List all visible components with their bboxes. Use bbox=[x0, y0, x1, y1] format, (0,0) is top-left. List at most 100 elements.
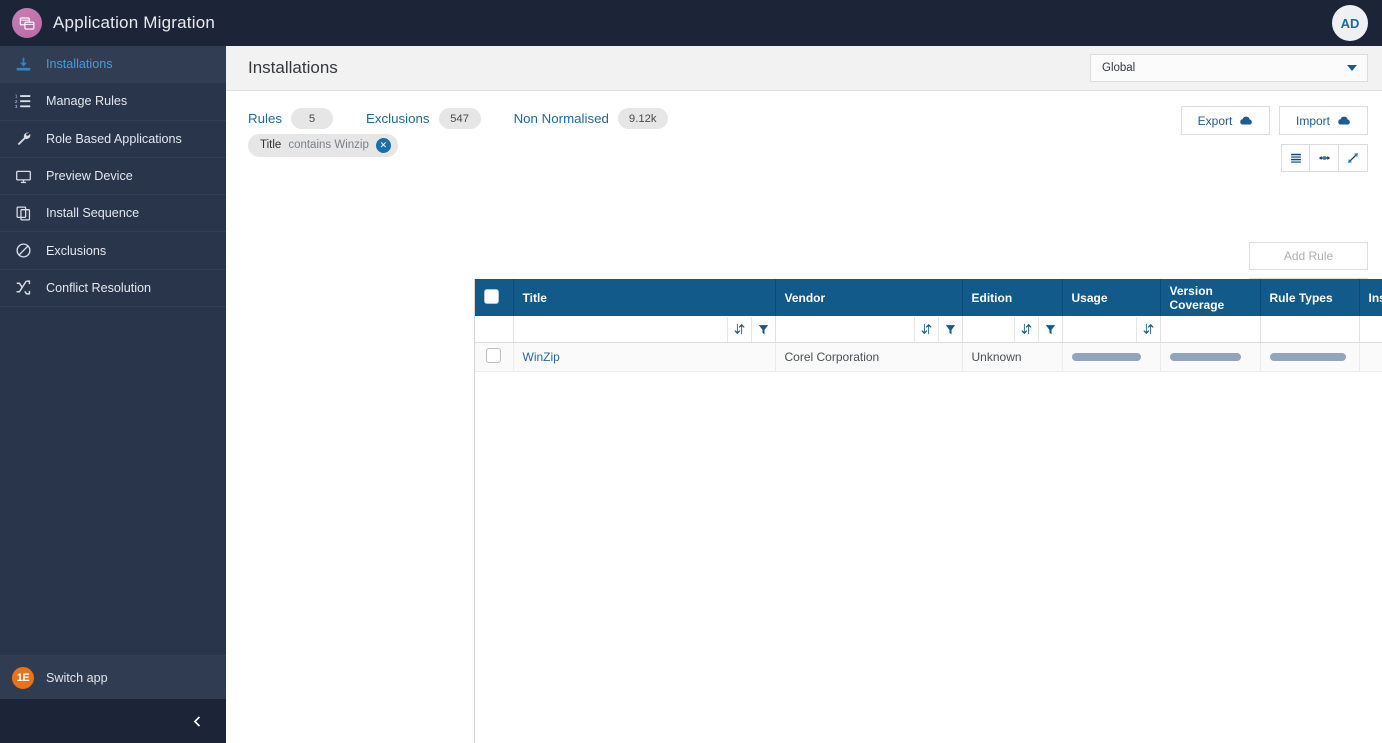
row-select-cell bbox=[475, 342, 514, 372]
cell-usage bbox=[1062, 342, 1161, 372]
filter-chip[interactable]: Title contains Winzip ✕ bbox=[248, 133, 398, 157]
column-header-edition[interactable]: Edition bbox=[962, 279, 1063, 316]
usage-progress-bar bbox=[1071, 353, 1142, 361]
avatar[interactable]: AD bbox=[1332, 5, 1368, 41]
sidebar-item-conflict-resolution[interactable]: Conflict Resolution bbox=[0, 270, 226, 308]
tab-label: Non Normalised bbox=[513, 111, 609, 126]
sidebar-item-install-sequence[interactable]: Install Sequence bbox=[0, 195, 226, 233]
install-count-value: 2676 bbox=[1369, 350, 1382, 364]
filter-cell-vendor bbox=[775, 316, 963, 343]
tab-rules[interactable]: Rules 5 bbox=[248, 108, 333, 129]
topbar: AD bbox=[226, 0, 1382, 46]
filter-cell-checkbox bbox=[475, 316, 514, 343]
filter-chip-field: Title bbox=[260, 139, 282, 151]
tab-count-badge: 5 bbox=[291, 108, 333, 129]
ordered-list-icon: 1 2 3 bbox=[0, 93, 46, 110]
list-view-icon bbox=[1290, 153, 1301, 163]
sort-updown-icon[interactable] bbox=[1013, 316, 1038, 342]
content-area: Rules 5 Exclusions 547 Non Normalised 9.… bbox=[226, 91, 1382, 743]
table-row[interactable]: WinZip Corel Corporation Unknown bbox=[475, 342, 1382, 372]
grid-header-row: Title Vendor Edition Usage Version Cover… bbox=[475, 279, 1382, 316]
rule-types-progress-bar bbox=[1269, 353, 1346, 361]
sidebar-item-exclusions[interactable]: Exclusions bbox=[0, 232, 226, 270]
shuffle-icon bbox=[0, 279, 46, 296]
filter-cell-version-coverage bbox=[1160, 316, 1261, 343]
cell-title: WinZip bbox=[513, 342, 776, 372]
brand: Application Migration bbox=[0, 0, 226, 46]
tab-label: Exclusions bbox=[366, 111, 430, 126]
sidebar-nav: Installations 1 2 3 Manage Rules Role Ba… bbox=[0, 46, 226, 655]
funnel-icon[interactable] bbox=[937, 316, 962, 342]
installations-grid: Title Vendor Edition Usage Version Cover… bbox=[474, 279, 1382, 743]
expand-button[interactable] bbox=[1339, 144, 1368, 172]
sidebar-item-role-based-applications[interactable]: Role Based Applications bbox=[0, 121, 226, 158]
sidebar-item-label: Exclusions bbox=[46, 243, 107, 258]
switch-app-button[interactable]: 1E Switch app bbox=[0, 655, 226, 699]
sort-updown-icon[interactable] bbox=[913, 316, 938, 342]
sidebar-item-manage-rules[interactable]: 1 2 3 Manage Rules bbox=[0, 83, 226, 121]
app-migration-logo bbox=[12, 8, 42, 38]
copy-icon bbox=[0, 205, 46, 222]
tab-count-badge: 547 bbox=[438, 108, 481, 129]
list-view-button[interactable] bbox=[1281, 144, 1310, 172]
row-checkbox[interactable] bbox=[486, 348, 502, 363]
column-header-version-coverage[interactable]: Version Coverage bbox=[1160, 279, 1261, 316]
io-buttons: Export Import bbox=[1181, 106, 1368, 135]
tab-non-normalised[interactable]: Non Normalised 9.12k bbox=[514, 108, 668, 129]
wrench-icon bbox=[0, 130, 46, 147]
no-entry-icon bbox=[0, 242, 46, 259]
filter-cell-edition bbox=[962, 316, 1063, 343]
one-e-logo-text: 1E bbox=[12, 666, 34, 689]
sidebar-item-preview-device[interactable]: Preview Device bbox=[0, 158, 226, 196]
sort-updown-icon[interactable] bbox=[1135, 316, 1160, 342]
title-link[interactable]: WinZip bbox=[523, 350, 560, 364]
scope-select[interactable]: Global bbox=[1090, 54, 1368, 82]
column-header-rule-types[interactable]: Rule Types bbox=[1260, 279, 1360, 316]
select-all-checkbox[interactable] bbox=[484, 288, 499, 304]
tab-count-badge: 9.12k bbox=[617, 108, 668, 129]
brand-title: Application Migration bbox=[53, 13, 216, 32]
main-area: AD Installations Global Rules 5 Exclusio… bbox=[226, 0, 1382, 743]
sidebar-item-label: Install Sequence bbox=[46, 206, 140, 221]
add-rule-button[interactable]: Add Rule bbox=[1249, 242, 1368, 270]
version-coverage-progress-bar bbox=[1169, 353, 1241, 361]
fit-width-icon bbox=[1318, 156, 1330, 160]
filter-cell-install-count bbox=[1359, 316, 1382, 343]
funnel-icon[interactable] bbox=[750, 316, 775, 342]
cloud-upload-icon bbox=[1338, 116, 1350, 124]
fit-width-button[interactable] bbox=[1310, 144, 1339, 172]
sidebar-collapse-button[interactable] bbox=[0, 699, 226, 743]
filter-cell-title bbox=[513, 316, 776, 343]
monitor-icon bbox=[0, 168, 46, 185]
filter-cell-rule-types bbox=[1260, 316, 1360, 343]
filter-cell-usage bbox=[1062, 316, 1161, 343]
tab-exclusions[interactable]: Exclusions 547 bbox=[366, 108, 481, 129]
column-header-install-count[interactable]: Install Count bbox=[1359, 279, 1382, 316]
grid-body: WinZip Corel Corporation Unknown bbox=[475, 342, 1382, 372]
app-root: Application Migration Installations 1 2 bbox=[0, 0, 1382, 743]
svg-text:3: 3 bbox=[15, 104, 18, 109]
svg-text:1: 1 bbox=[15, 94, 18, 99]
download-icon bbox=[0, 56, 46, 73]
select-all-header bbox=[475, 279, 514, 316]
sidebar-item-installations[interactable]: Installations bbox=[0, 46, 226, 84]
import-button[interactable]: Import bbox=[1279, 106, 1368, 135]
cell-install-count: 2676 bbox=[1359, 342, 1382, 372]
cell-edition: Unknown bbox=[962, 342, 1063, 372]
sort-updown-icon[interactable] bbox=[726, 316, 751, 342]
column-header-title[interactable]: Title bbox=[513, 279, 776, 316]
close-circle-icon[interactable]: ✕ bbox=[375, 137, 391, 153]
export-button[interactable]: Export bbox=[1181, 106, 1270, 135]
chevron-left-icon bbox=[193, 715, 201, 727]
cloud-download-icon bbox=[1240, 116, 1253, 124]
sidebar: Application Migration Installations 1 2 bbox=[0, 0, 226, 743]
column-header-usage[interactable]: Usage bbox=[1062, 279, 1161, 316]
chevron-down-icon bbox=[1347, 65, 1357, 71]
column-header-vendor[interactable]: Vendor bbox=[775, 279, 963, 316]
page-header: Installations Global bbox=[226, 46, 1382, 91]
sidebar-item-label: Conflict Resolution bbox=[46, 280, 151, 295]
export-label: Export bbox=[1197, 113, 1233, 128]
view-mode-buttons bbox=[1281, 144, 1368, 172]
sidebar-item-label: Preview Device bbox=[46, 169, 133, 184]
funnel-icon[interactable] bbox=[1037, 316, 1062, 342]
